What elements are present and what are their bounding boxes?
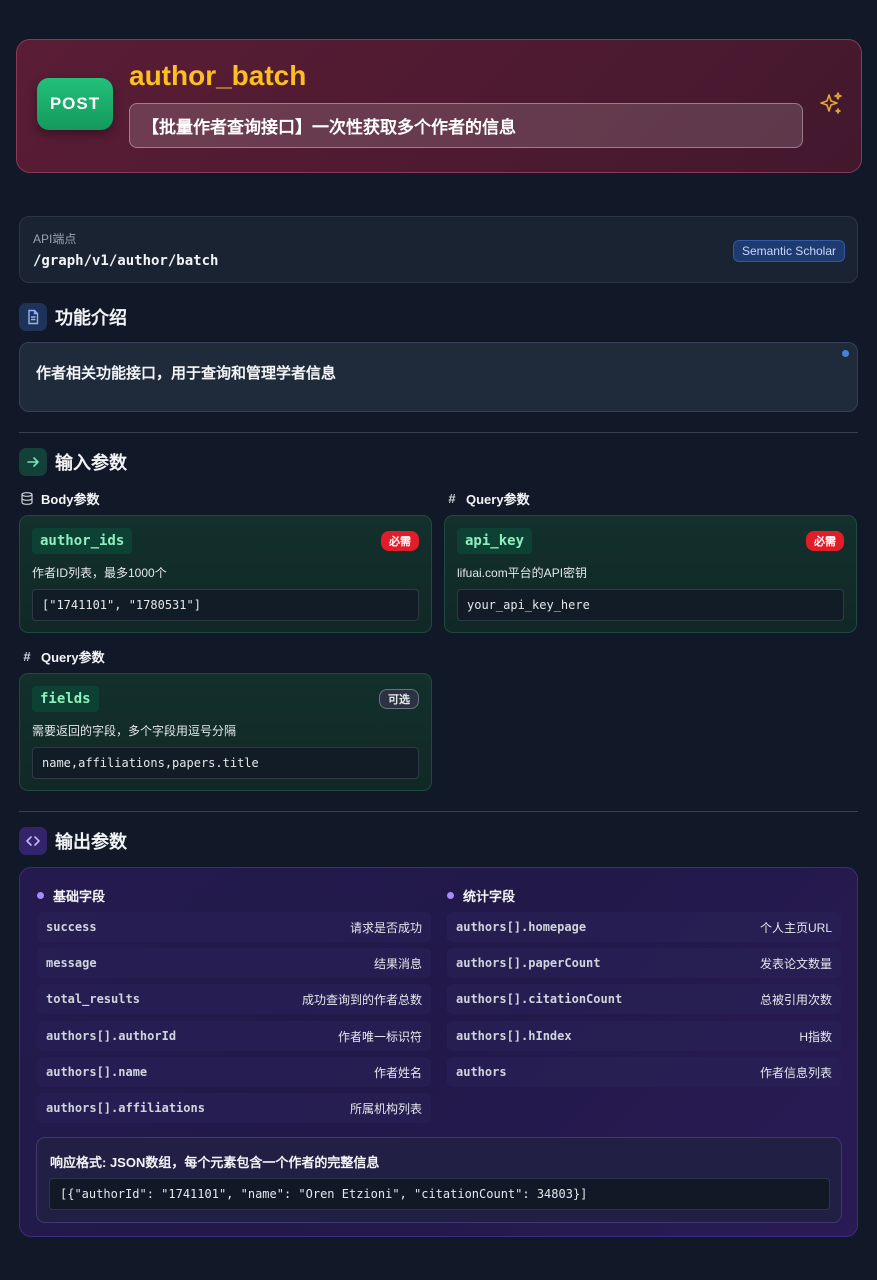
api-endpoint-label: API端点 <box>33 232 77 246</box>
divider <box>19 811 858 812</box>
field-description: 作者信息列表 <box>759 1065 832 1080</box>
query-params-label: Query参数 <box>41 650 105 665</box>
output-field-row: message 结果消息 <box>37 948 431 978</box>
param-card-fields: fields 可选 需要返回的字段，多个字段用逗号分隔 name,affilia… <box>19 673 432 791</box>
bullet-dot <box>447 892 454 899</box>
hash-icon: # <box>23 649 31 664</box>
output-card: 基础字段 统计字段 success 请求是否成功 message 结果消息 to… <box>19 867 858 1237</box>
field-description: 总被引用次数 <box>759 992 832 1007</box>
api-endpoint-path[interactable]: /graph/v1/author/batch <box>33 253 218 269</box>
output-field-row: authors[].affiliations 所属机构列表 <box>37 1093 431 1123</box>
field-key: authors[].paperCount <box>456 956 601 970</box>
sparkles-icon[interactable] <box>818 91 844 117</box>
arrow-right-icon <box>19 448 47 476</box>
param-card-api-key: api_key 必需 lifuai.com平台的API密钥 your_api_k… <box>444 515 857 633</box>
basic-fields-heading: 基础字段 <box>37 886 105 905</box>
field-description: 成功查询到的作者总数 <box>301 992 422 1007</box>
endpoint-header: POST author_batch 【批量作者查询接口】一次性获取多个作者的信息 <box>16 39 862 173</box>
output-field-row: total_results 成功查询到的作者总数 <box>37 984 431 1014</box>
param-name: api_key <box>457 528 533 554</box>
field-key: total_results <box>46 992 140 1006</box>
param-name: fields <box>32 686 99 712</box>
output-field-row: authors[].hIndex H指数 <box>447 1021 841 1051</box>
output-field-row: authors[].paperCount 发表论文数量 <box>447 948 841 978</box>
stats-fields-heading: 统计字段 <box>447 886 515 905</box>
field-key: authors[].hIndex <box>456 1029 572 1043</box>
field-description: 作者姓名 <box>373 1065 422 1080</box>
param-description: lifuai.com平台的API密钥 <box>457 566 588 580</box>
output-field-row: authors[].homepage 个人主页URL <box>447 912 841 942</box>
output-field-row: authors[].name 作者姓名 <box>37 1057 431 1087</box>
field-key: authors[].homepage <box>456 920 587 934</box>
param-name: author_ids <box>32 528 133 554</box>
method-badge: POST <box>37 78 113 130</box>
intro-title: 功能介绍 <box>55 308 127 328</box>
field-key: authors <box>456 1065 507 1079</box>
field-key: message <box>46 956 97 970</box>
param-description: 作者ID列表，最多1000个 <box>32 566 167 580</box>
database-icon <box>20 492 34 505</box>
field-key: authors[].citationCount <box>456 992 623 1006</box>
output-section-heading: 输出参数 <box>19 827 127 855</box>
api-endpoint-card: API端点 /graph/v1/author/batch Semantic Sc… <box>19 216 858 283</box>
output-field-row: success 请求是否成功 <box>37 912 431 942</box>
required-badge: 必需 <box>806 531 844 551</box>
indicator-dot <box>842 350 849 357</box>
hash-icon: # <box>448 491 456 506</box>
required-badge: 必需 <box>381 531 419 551</box>
output-field-row: authors[].citationCount 总被引用次数 <box>447 984 841 1014</box>
param-value-field[interactable]: name,affiliations,papers.title <box>32 747 419 779</box>
field-description: 所属机构列表 <box>349 1101 422 1116</box>
output-field-row: authors[].authorId 作者唯一标识符 <box>37 1021 431 1051</box>
basic-fields-label: 基础字段 <box>53 889 106 904</box>
intro-box: 作者相关功能接口，用于查询和管理学者信息 <box>19 342 858 412</box>
body-params-label: Body参数 <box>41 492 100 507</box>
response-format-title: 响应格式: JSON数组，每个元素包含一个作者的完整信息 <box>50 1155 380 1170</box>
endpoint-description: 【批量作者查询接口】一次性获取多个作者的信息 <box>129 103 803 148</box>
param-description: 需要返回的字段，多个字段用逗号分隔 <box>32 724 237 738</box>
body-params-heading: Body参数 <box>20 489 100 508</box>
field-key: authors[].authorId <box>46 1029 177 1043</box>
field-description: 发表论文数量 <box>759 956 832 971</box>
response-format-box: 响应格式: JSON数组，每个元素包含一个作者的完整信息 [{"authorId… <box>36 1137 842 1223</box>
endpoint-name: author_batch <box>129 60 307 91</box>
divider <box>19 432 858 433</box>
response-example-code[interactable]: [{"authorId": "1741101", "name": "Oren E… <box>49 1178 830 1210</box>
intro-text: 作者相关功能接口，用于查询和管理学者信息 <box>36 365 337 382</box>
field-description: 请求是否成功 <box>349 920 422 935</box>
field-key: authors[].affiliations <box>46 1101 205 1115</box>
input-section-heading: 输入参数 <box>19 448 127 476</box>
field-description: 个人主页URL <box>759 920 832 935</box>
field-key: success <box>46 920 97 934</box>
provider-tag: Semantic Scholar <box>732 240 845 262</box>
endpoint-description-text: 【批量作者查询接口】一次性获取多个作者的信息 <box>142 118 516 137</box>
input-title: 输入参数 <box>55 453 127 473</box>
query-params-heading-left: # Query参数 <box>20 647 105 666</box>
intro-section-heading: 功能介绍 <box>19 303 127 331</box>
field-description: 结果消息 <box>373 956 422 971</box>
bullet-dot <box>37 892 44 899</box>
field-key: authors[].name <box>46 1065 148 1079</box>
field-description: H指数 <box>799 1029 832 1044</box>
query-params-label: Query参数 <box>466 492 530 507</box>
output-title: 输出参数 <box>55 832 127 852</box>
optional-badge: 可选 <box>379 689 419 709</box>
stats-fields-label: 统计字段 <box>463 889 516 904</box>
param-value-field[interactable]: your_api_key_here <box>457 589 844 621</box>
param-card-author-ids: author_ids 必需 作者ID列表，最多1000个 ["1741101",… <box>19 515 432 633</box>
output-field-row: authors 作者信息列表 <box>447 1057 841 1087</box>
param-value-field[interactable]: ["1741101", "1780531"] <box>32 589 419 621</box>
document-icon <box>19 303 47 331</box>
query-params-heading-right: # Query参数 <box>445 489 530 508</box>
field-description: 作者唯一标识符 <box>337 1029 422 1044</box>
code-icon <box>19 827 47 855</box>
